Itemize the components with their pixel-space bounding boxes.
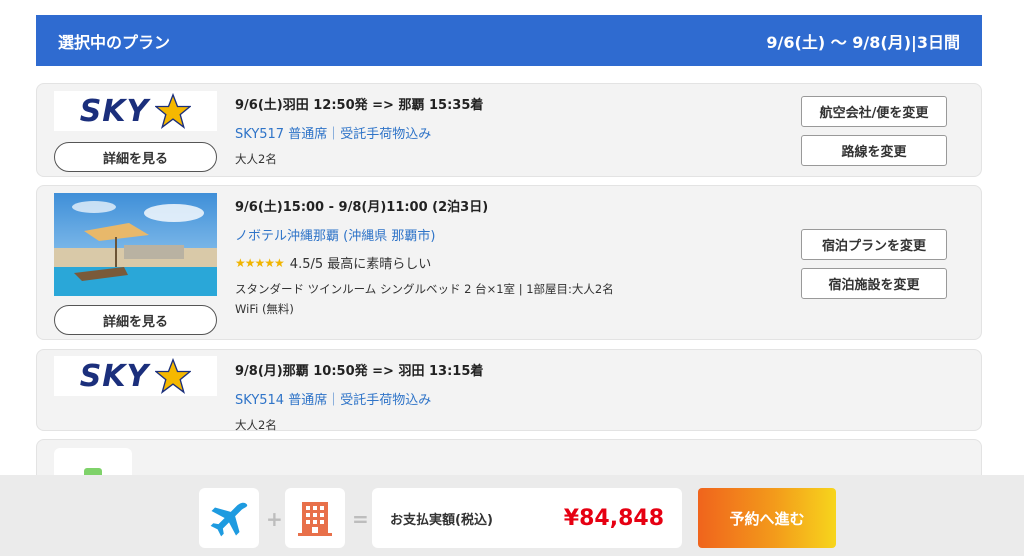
plan-title: 選択中のプラン: [58, 32, 171, 52]
hotel-name[interactable]: ノボテル沖縄那覇 (沖縄県 那覇市): [235, 225, 614, 244]
outbound-passengers: 大人2名: [235, 152, 277, 166]
return-passengers: 大人2名: [235, 418, 277, 432]
change-hotel-plan-button[interactable]: 宿泊プランを変更: [801, 229, 947, 260]
star-logo-icon: [155, 358, 192, 394]
plan-dates: 9/6(土) 〜 9/8(月)|3日間: [766, 32, 960, 52]
plus-sign: +: [266, 507, 283, 531]
payment-label: お支払実額(税込): [390, 512, 493, 528]
change-route-button[interactable]: 路線を変更: [801, 135, 947, 166]
building-icon: [298, 502, 332, 536]
hotel-amenity: WiFi (無料): [235, 302, 294, 316]
hotel-card: 詳細を見る 9/6(土)15:00 - 9/8(月)11:00 (2泊3日) ノ…: [36, 185, 982, 340]
proceed-to-reservation-button[interactable]: 予約へ進む: [698, 488, 836, 548]
hotel-icon-box: [285, 488, 345, 548]
outbound-detail-button[interactable]: 詳細を見る: [54, 142, 217, 172]
plan-header: 選択中のプラン 9/6(土) 〜 9/8(月)|3日間: [36, 15, 982, 66]
payment-total-box: お支払実額(税込) ¥84,848: [372, 488, 682, 548]
hotel-rating: 4.5/5 最高に素晴らしい: [289, 257, 432, 272]
airline-logo-text: SKY: [79, 93, 150, 129]
return-route: 9/8(月)那覇 10:50発 => 羽田 13:15着: [235, 364, 484, 379]
hotel-photo-image: [54, 193, 217, 296]
change-airline-button[interactable]: 航空会社/便を変更: [801, 96, 947, 127]
outbound-route: 9/6(土)羽田 12:50発 => 那覇 15:35着: [235, 98, 484, 113]
flight-icon-box: [199, 488, 259, 548]
payment-amount: ¥84,848: [563, 505, 664, 531]
airplane-icon: [210, 502, 248, 537]
outbound-flight-card: SKY 詳細を見る 9/6(土)羽田 12:50発 => 那覇 15:35着 S…: [36, 83, 982, 177]
hotel-room: スタンダード ツインルーム シングルベッド 2 台×1室 | 1部屋目:大人2名: [235, 282, 614, 296]
payment-footer: + = お支払実額(税込) ¥84,848 予約へ進む: [0, 475, 1024, 556]
hotel-detail-button[interactable]: 詳細を見る: [54, 305, 217, 335]
return-flight-info[interactable]: SKY514 普通席｜受託手荷物込み: [235, 389, 483, 408]
equals-sign: =: [352, 507, 369, 531]
return-airline-logo-text: SKY: [79, 358, 150, 394]
hotel-rating-row: ★★★★★ 4.5/5 最高に素晴らしい: [235, 253, 614, 273]
star-logo-icon: [155, 93, 192, 129]
hotel-stay: 9/6(土)15:00 - 9/8(月)11:00 (2泊3日): [235, 200, 489, 215]
return-airline-logo: SKY: [54, 356, 217, 396]
outbound-flight-info[interactable]: SKY517 普通席｜受託手荷物込み: [235, 123, 483, 142]
return-flight-card: SKY 9/8(月)那覇 10:50発 => 羽田 13:15着 SKY514 …: [36, 349, 982, 432]
change-hotel-button[interactable]: 宿泊施設を変更: [801, 268, 947, 299]
airline-logo: SKY: [54, 91, 217, 131]
hotel-photo: [54, 193, 217, 296]
rating-stars-icon: ★★★★★: [235, 255, 285, 270]
